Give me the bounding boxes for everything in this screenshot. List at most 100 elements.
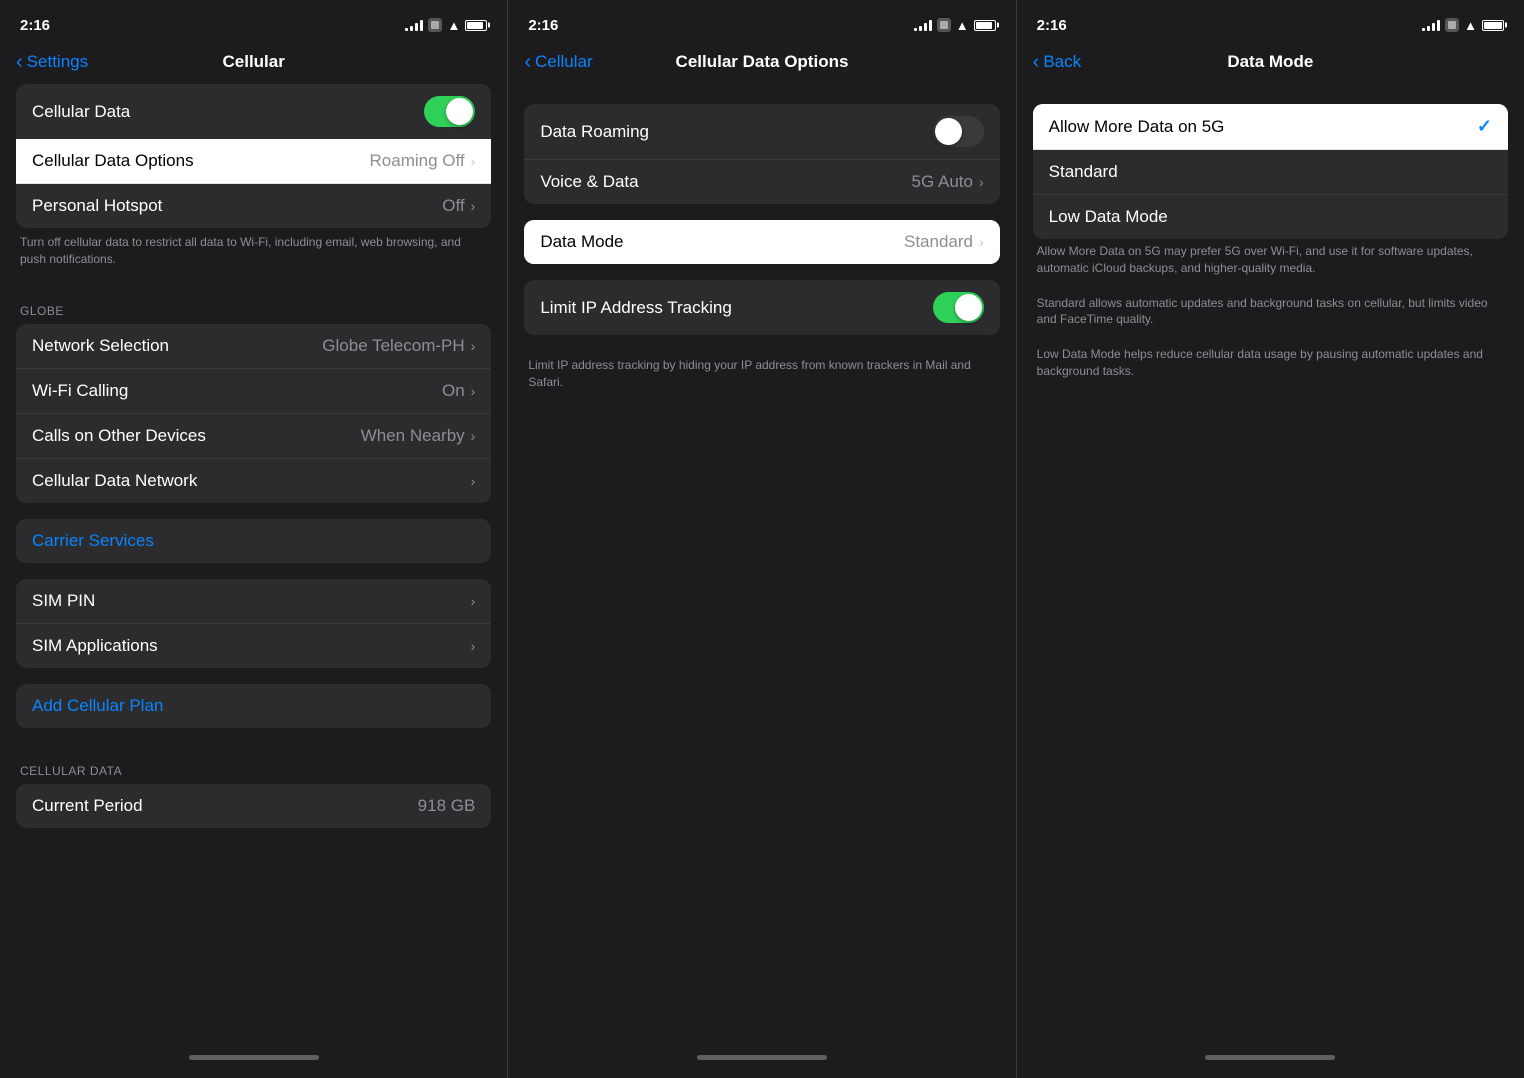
signal-bar	[1427, 26, 1430, 31]
allow-more-data-label: Allow More Data on 5G	[1049, 117, 1225, 137]
status-bar-3: 2:16 ▲	[1017, 0, 1524, 44]
data-mode-row[interactable]: Data Mode Standard ›	[524, 220, 999, 264]
panel-cellular-data-options: 2:16 ▲ ‹ Cellular Cellular Data Options …	[508, 0, 1016, 1078]
cellular-data-toggle[interactable]	[424, 96, 475, 127]
sim-apps-label: SIM Applications	[32, 636, 158, 656]
network-value: Globe Telecom-PH ›	[322, 336, 475, 356]
sim-pin-item[interactable]: SIM PIN ›	[16, 579, 491, 624]
back-arrow-icon-1: ‹	[16, 52, 23, 72]
voice-data-value: 5G Auto ›	[912, 172, 984, 192]
cellular-network-value: ›	[471, 473, 476, 489]
chevron-icon-p2-1: ›	[979, 174, 984, 190]
nav-back-back[interactable]: ‹ Back	[1033, 52, 1081, 72]
allow-more-data-item[interactable]: Allow More Data on 5G ✓	[1033, 104, 1508, 150]
signal-bar	[1422, 28, 1425, 31]
battery-icon-3	[1482, 20, 1504, 31]
standard-item[interactable]: Standard	[1033, 150, 1508, 195]
cellular-data-group: Cellular Data	[16, 84, 491, 139]
chevron-icon-6: ›	[471, 473, 476, 489]
personal-hotspot-label: Personal Hotspot	[32, 196, 162, 216]
cellular-network-label: Cellular Data Network	[32, 471, 197, 491]
roaming-voice-group: Data Roaming Voice & Data 5G Auto ›	[524, 104, 999, 204]
current-period-group: Current Period 918 GB	[16, 784, 491, 828]
voice-data-item[interactable]: Voice & Data 5G Auto ›	[524, 160, 999, 204]
home-indicator-2	[697, 1055, 827, 1060]
nav-title-3: Data Mode	[1227, 52, 1313, 72]
cellular-desc: Turn off cellular data to restrict all d…	[0, 228, 507, 284]
network-label: Network Selection	[32, 336, 169, 356]
standard-label: Standard	[1049, 162, 1118, 182]
standard-row[interactable]: Standard	[1033, 150, 1508, 194]
chevron-icon-7: ›	[471, 593, 476, 609]
limit-ip-item[interactable]: Limit IP Address Tracking	[524, 280, 999, 335]
carrier-services-label: Carrier Services	[32, 531, 154, 551]
calls-other-label: Calls on Other Devices	[32, 426, 206, 446]
data-roaming-label: Data Roaming	[540, 122, 649, 142]
sim-apps-value: ›	[471, 638, 476, 654]
signal-bars-1	[405, 19, 423, 31]
wifi-icon-2: ▲	[956, 18, 969, 33]
nav-back-cellular[interactable]: ‹ Cellular	[524, 52, 592, 72]
sim-apps-item[interactable]: SIM Applications ›	[16, 624, 491, 668]
sim-badge-2	[937, 18, 951, 32]
status-icons-3: ▲	[1422, 18, 1504, 33]
personal-hotspot-item[interactable]: Personal Hotspot Off ›	[16, 184, 491, 228]
chevron-icon-p2-2: ›	[979, 234, 984, 250]
data-roaming-toggle[interactable]	[933, 116, 984, 147]
status-icons-2: ▲	[914, 18, 996, 33]
low-data-mode-label: Low Data Mode	[1049, 207, 1168, 227]
allow-more-data-desc: Allow More Data on 5G may prefer 5G over…	[1017, 239, 1524, 291]
carrier-services-item[interactable]: Carrier Services	[16, 519, 491, 563]
signal-bar	[405, 28, 408, 31]
network-selection-item[interactable]: Network Selection Globe Telecom-PH ›	[16, 324, 491, 369]
calls-status: When Nearby	[361, 426, 465, 446]
low-data-mode-row[interactable]: Low Data Mode	[1033, 195, 1508, 239]
nav-bar-3: ‹ Back Data Mode	[1017, 44, 1524, 84]
hotspot-value: Off	[442, 196, 464, 216]
network-carrier: Globe Telecom-PH	[322, 336, 464, 356]
panel-data-mode: 2:16 ▲ ‹ Back Data Mode Allow More Data …	[1017, 0, 1524, 1078]
wifi-calling-status: On	[442, 381, 465, 401]
cellular-network-item[interactable]: Cellular Data Network ›	[16, 459, 491, 503]
add-plan-item[interactable]: Add Cellular Plan	[16, 684, 491, 728]
cellular-data-options-item[interactable]: Cellular Data Options Roaming Off ›	[16, 139, 491, 184]
cellular-data-label: Cellular Data	[32, 102, 130, 122]
calls-other-item[interactable]: Calls on Other Devices When Nearby ›	[16, 414, 491, 459]
low-data-desc: Low Data Mode helps reduce cellular data…	[1017, 342, 1524, 394]
signal-bar	[1432, 23, 1435, 31]
cellular-options-row[interactable]: Cellular Data Options Roaming Off ›	[16, 139, 491, 183]
sim-badge-1	[428, 18, 442, 32]
nav-title-1: Cellular	[222, 52, 284, 72]
data-roaming-item[interactable]: Data Roaming	[524, 104, 999, 160]
status-time-2: 2:16	[528, 17, 558, 34]
limit-ip-label: Limit IP Address Tracking	[540, 298, 732, 318]
panel-cellular: 2:16 ▲ ‹ Settings Cellular Cellular Data	[0, 0, 508, 1078]
content-1: Cellular Data Cellular Data Options Roam…	[0, 84, 507, 1044]
content-3: Allow More Data on 5G ✓ Standard Low Dat…	[1017, 84, 1524, 1044]
data-mode-item[interactable]: Data Mode Standard ›	[524, 220, 999, 264]
wifi-calling-value: On ›	[442, 381, 475, 401]
low-data-mode-item[interactable]: Low Data Mode	[1033, 195, 1508, 239]
cellular-data-item[interactable]: Cellular Data	[16, 84, 491, 139]
nav-back-settings[interactable]: ‹ Settings	[16, 52, 88, 72]
bottom-bar-2	[508, 1044, 1015, 1078]
voice-data-status: 5G Auto	[912, 172, 973, 192]
signal-bar	[929, 20, 932, 31]
wifi-icon-1: ▲	[447, 18, 460, 33]
allow-more-data-row[interactable]: Allow More Data on 5G ✓	[1033, 104, 1508, 150]
personal-hotspot-value: Off ›	[442, 196, 475, 216]
nav-back-label-1: Settings	[27, 52, 88, 72]
standard-desc: Standard allows automatic updates and ba…	[1017, 291, 1524, 343]
add-plan-group: Add Cellular Plan	[16, 684, 491, 728]
chevron-icon-3: ›	[471, 338, 476, 354]
nav-back-label-3: Back	[1043, 52, 1081, 72]
limit-ip-toggle[interactable]	[933, 292, 984, 323]
back-arrow-icon-3: ‹	[1033, 52, 1040, 72]
home-indicator-3	[1205, 1055, 1335, 1060]
status-bar-1: 2:16 ▲	[0, 0, 507, 44]
wifi-calling-item[interactable]: Wi-Fi Calling On ›	[16, 369, 491, 414]
chevron-icon-5: ›	[471, 428, 476, 444]
nav-bar-1: ‹ Settings Cellular	[0, 44, 507, 84]
carrier-services-group: Carrier Services	[16, 519, 491, 563]
cellular-data-section-label: CELLULAR DATA	[0, 744, 507, 784]
